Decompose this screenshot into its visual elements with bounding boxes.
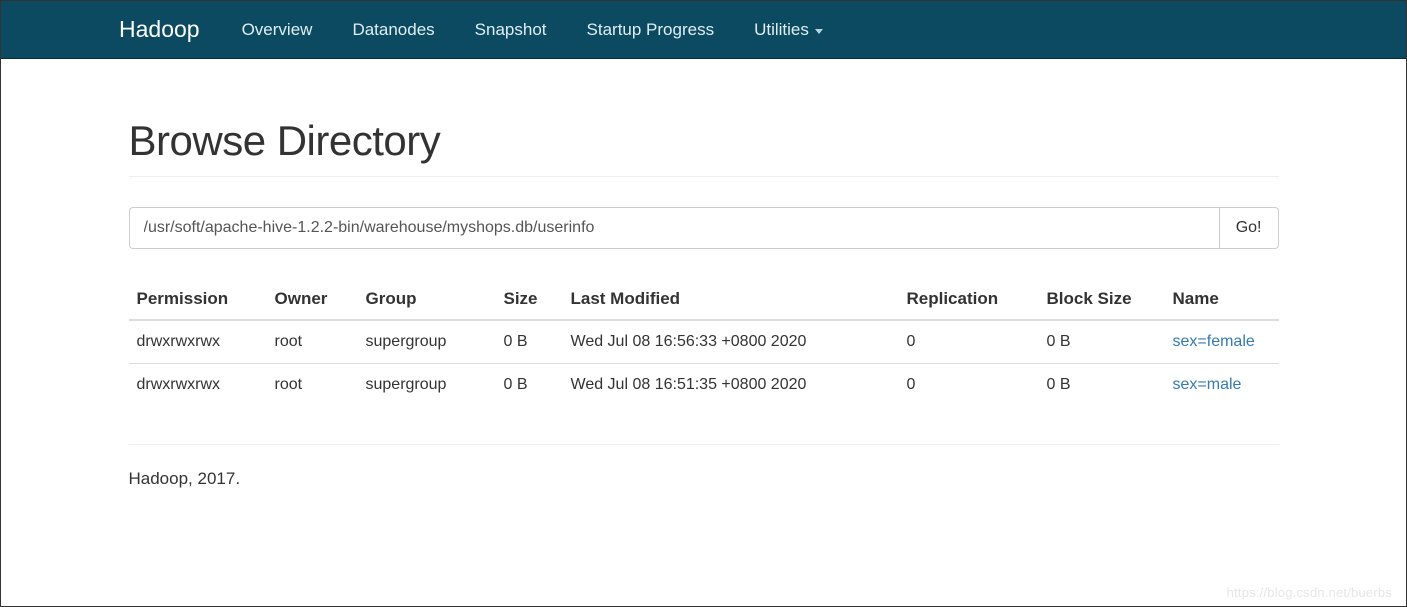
nav-snapshot[interactable]: Snapshot [455,3,567,57]
page-header: Browse Directory [129,117,1279,177]
table-header-row: Permission Owner Group Size Last Modifie… [129,279,1279,320]
table-row: drwxrwxrwxrootsupergroup0 BWed Jul 08 16… [129,364,1279,407]
cell-name: sex=male [1165,364,1279,407]
cell-size: 0 B [496,364,563,407]
cell-last_modified: Wed Jul 08 16:56:33 +0800 2020 [563,320,899,364]
cell-replication: 0 [899,320,1039,364]
cell-last_modified: Wed Jul 08 16:51:35 +0800 2020 [563,364,899,407]
cell-size: 0 B [496,320,563,364]
name-link[interactable]: sex=female [1173,333,1255,350]
footer-text: Hadoop, 2017. [129,469,1279,489]
footer-divider [129,444,1279,445]
col-owner: Owner [267,279,358,320]
nav-utilities-label: Utilities [754,20,809,40]
nav-startup-progress[interactable]: Startup Progress [567,3,735,57]
cell-owner: root [267,364,358,407]
col-block-size: Block Size [1039,279,1165,320]
cell-replication: 0 [899,364,1039,407]
main-container: Browse Directory Go! Permission Owner Gr… [114,117,1294,489]
watermark: https://blog.csdn.net/buerbs [1227,585,1392,600]
go-button[interactable]: Go! [1219,207,1279,249]
cell-group: supergroup [358,364,496,407]
path-input[interactable] [129,207,1219,249]
chevron-down-icon [815,29,823,34]
nav-utilities[interactable]: Utilities [734,3,843,57]
page-title: Browse Directory [129,117,1279,165]
cell-owner: root [267,320,358,364]
cell-permission: drwxrwxrwx [129,320,267,364]
col-size: Size [496,279,563,320]
col-replication: Replication [899,279,1039,320]
col-group: Group [358,279,496,320]
col-permission: Permission [129,279,267,320]
cell-name: sex=female [1165,320,1279,364]
cell-group: supergroup [358,320,496,364]
cell-block_size: 0 B [1039,364,1165,407]
directory-table: Permission Owner Group Size Last Modifie… [129,279,1279,406]
path-row: Go! [129,207,1279,249]
nav-datanodes[interactable]: Datanodes [332,3,454,57]
table-row: drwxrwxrwxrootsupergroup0 BWed Jul 08 16… [129,320,1279,364]
cell-block_size: 0 B [1039,320,1165,364]
nav-overview[interactable]: Overview [222,3,333,57]
cell-permission: drwxrwxrwx [129,364,267,407]
col-last-modified: Last Modified [563,279,899,320]
navbar: Hadoop Overview Datanodes Snapshot Start… [1,1,1406,59]
navbar-brand[interactable]: Hadoop [99,1,222,58]
name-link[interactable]: sex=male [1173,376,1242,393]
col-name: Name [1165,279,1279,320]
